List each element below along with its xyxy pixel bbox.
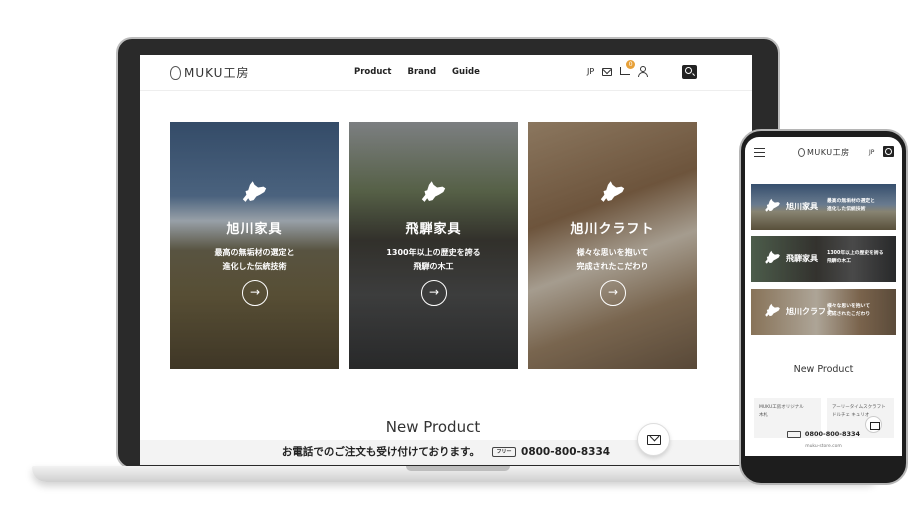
freedial-icon: [786, 430, 801, 438]
laptop-screen: MUKU工房 Product Brand Guide JP 0 旭川家具 最高の…: [140, 55, 752, 465]
card-title: 旭川クラフト: [570, 222, 655, 237]
mail-icon[interactable]: [602, 67, 613, 76]
card-desc-line: 様々な思いを抱いて: [827, 304, 871, 309]
mobile-header: MUKU工房 JP: [745, 137, 902, 167]
contact-chat-button[interactable]: [637, 423, 670, 456]
card-description: 最高の無垢材の選定と 進化した伝統技術: [170, 246, 339, 274]
card-desc-line: 最高の無垢材の選定と: [827, 199, 875, 204]
url-bar: muku-store.com: [805, 444, 842, 449]
card-desc-line: 1300年以上の歴史を誇る: [827, 251, 884, 256]
language-switch[interactable]: JP: [587, 67, 594, 76]
card-description: 1300年以上の歴史を誇る 飛騨の木工: [827, 250, 884, 266]
phone-number[interactable]: 0800-800-8334: [805, 430, 860, 438]
site-logo[interactable]: MUKU工房: [170, 64, 249, 81]
nav-brand[interactable]: Brand: [408, 67, 437, 77]
user-icon[interactable]: [638, 66, 649, 77]
arrow-right-icon[interactable]: →: [600, 280, 626, 306]
new-product-heading: New Product: [793, 364, 854, 375]
logo-mark-icon: [798, 148, 805, 157]
mobile-brand-card-asahikawa-furniture[interactable]: 旭川家具 最高の無垢材の選定と 進化した伝統技術: [751, 184, 896, 230]
brand-card-asahikawa-craft[interactable]: 旭川クラフト 様々な思いを抱いて 完成されたこだわり →: [528, 122, 697, 369]
hokkaido-map-icon: [242, 181, 267, 202]
contact-chat-button[interactable]: [865, 416, 882, 433]
nav-product[interactable]: Product: [354, 67, 392, 77]
cart-count-badge: 0: [626, 60, 636, 69]
card-desc-line: 1300年以上の歴史を誇る: [386, 248, 481, 257]
product-brand: アーリータイムスクラフト: [832, 405, 886, 410]
hokkaido-map-icon: [765, 198, 780, 212]
mail-icon: [647, 435, 661, 445]
language-switch[interactable]: JP: [869, 149, 874, 156]
card-desc-line: 飛騨の木工: [827, 259, 851, 264]
freedial-icon: フリー: [492, 447, 517, 457]
phone-number[interactable]: 0800-800-8334: [521, 446, 610, 458]
logo-text: MUKU工房: [807, 148, 850, 157]
logo-mark-icon: [170, 65, 181, 80]
mobile-brand-card-asahikawa-craft[interactable]: 旭川クラフト 様々な思いを抱いて 完成されたこだわり: [751, 289, 896, 335]
card-description: 最高の無垢材の選定と 進化した伝統技術: [827, 198, 875, 214]
phone-screen: MUKU工房 JP 旭川家具 最高の無垢材の選定と 進化した伝統技術 飛騨家具 …: [745, 137, 902, 456]
card-description: 1300年以上の歴史を誇る 飛騨の木工: [349, 246, 518, 274]
main-nav: Product Brand Guide: [354, 67, 480, 77]
nav-guide[interactable]: Guide: [452, 67, 480, 77]
card-desc-line: 最高の無垢材の選定と: [214, 248, 295, 257]
card-desc-line: 完成されたこだわり: [576, 262, 649, 271]
search-icon: [685, 67, 692, 74]
mobile-brand-card-hida-furniture[interactable]: 飛騨家具 1300年以上の歴史を誇る 飛騨の木工: [751, 236, 896, 282]
search-button[interactable]: [682, 65, 697, 79]
card-desc-line: 完成されたこだわり: [827, 312, 871, 317]
card-description: 様々な思いを抱いて 完成されたこだわり: [528, 246, 697, 274]
logo-text: MUKU工房: [184, 66, 250, 80]
card-desc-line: 進化した伝統技術: [222, 262, 287, 271]
hamburger-menu-icon[interactable]: [754, 148, 765, 157]
laptop-notch: [406, 466, 510, 471]
card-title: 旭川家具: [226, 222, 283, 237]
card-title: 飛騨家具: [405, 222, 462, 237]
header-actions: JP 0: [587, 60, 649, 77]
card-desc-line: 飛騨の木工: [413, 262, 454, 271]
site-header: MUKU工房 Product Brand Guide JP 0: [140, 55, 752, 91]
mobile-logo[interactable]: MUKU工房: [798, 147, 850, 158]
hokkaido-map-icon: [765, 303, 780, 317]
product-brand: MUKU工房オリジナル: [759, 405, 804, 410]
card-desc-line: 様々な思いを抱いて: [576, 248, 649, 257]
card-title: 旭川家具: [786, 202, 818, 211]
brand-card-asahikawa-furniture[interactable]: 旭川家具 最高の無垢材の選定と 進化した伝統技術 →: [170, 122, 339, 369]
arrow-right-icon[interactable]: →: [242, 280, 268, 306]
card-title: 飛騨家具: [786, 254, 818, 263]
hokkaido-map-icon: [421, 181, 446, 202]
cart-icon[interactable]: 0: [620, 60, 636, 75]
hokkaido-map-icon: [765, 250, 780, 264]
hokkaido-map-icon: [600, 181, 625, 202]
brand-card-hida-furniture[interactable]: 飛騨家具 1300年以上の歴史を誇る 飛騨の木工 →: [349, 122, 518, 369]
arrow-right-icon[interactable]: →: [421, 280, 447, 306]
product-name: 木札: [759, 413, 768, 418]
search-icon[interactable]: [883, 146, 894, 157]
phone-order-text: お電話でのご注文も受け付けております。: [281, 446, 481, 458]
card-description: 様々な思いを抱いて 完成されたこだわり: [827, 303, 870, 319]
card-desc-line: 進化した伝統技術: [827, 207, 866, 212]
